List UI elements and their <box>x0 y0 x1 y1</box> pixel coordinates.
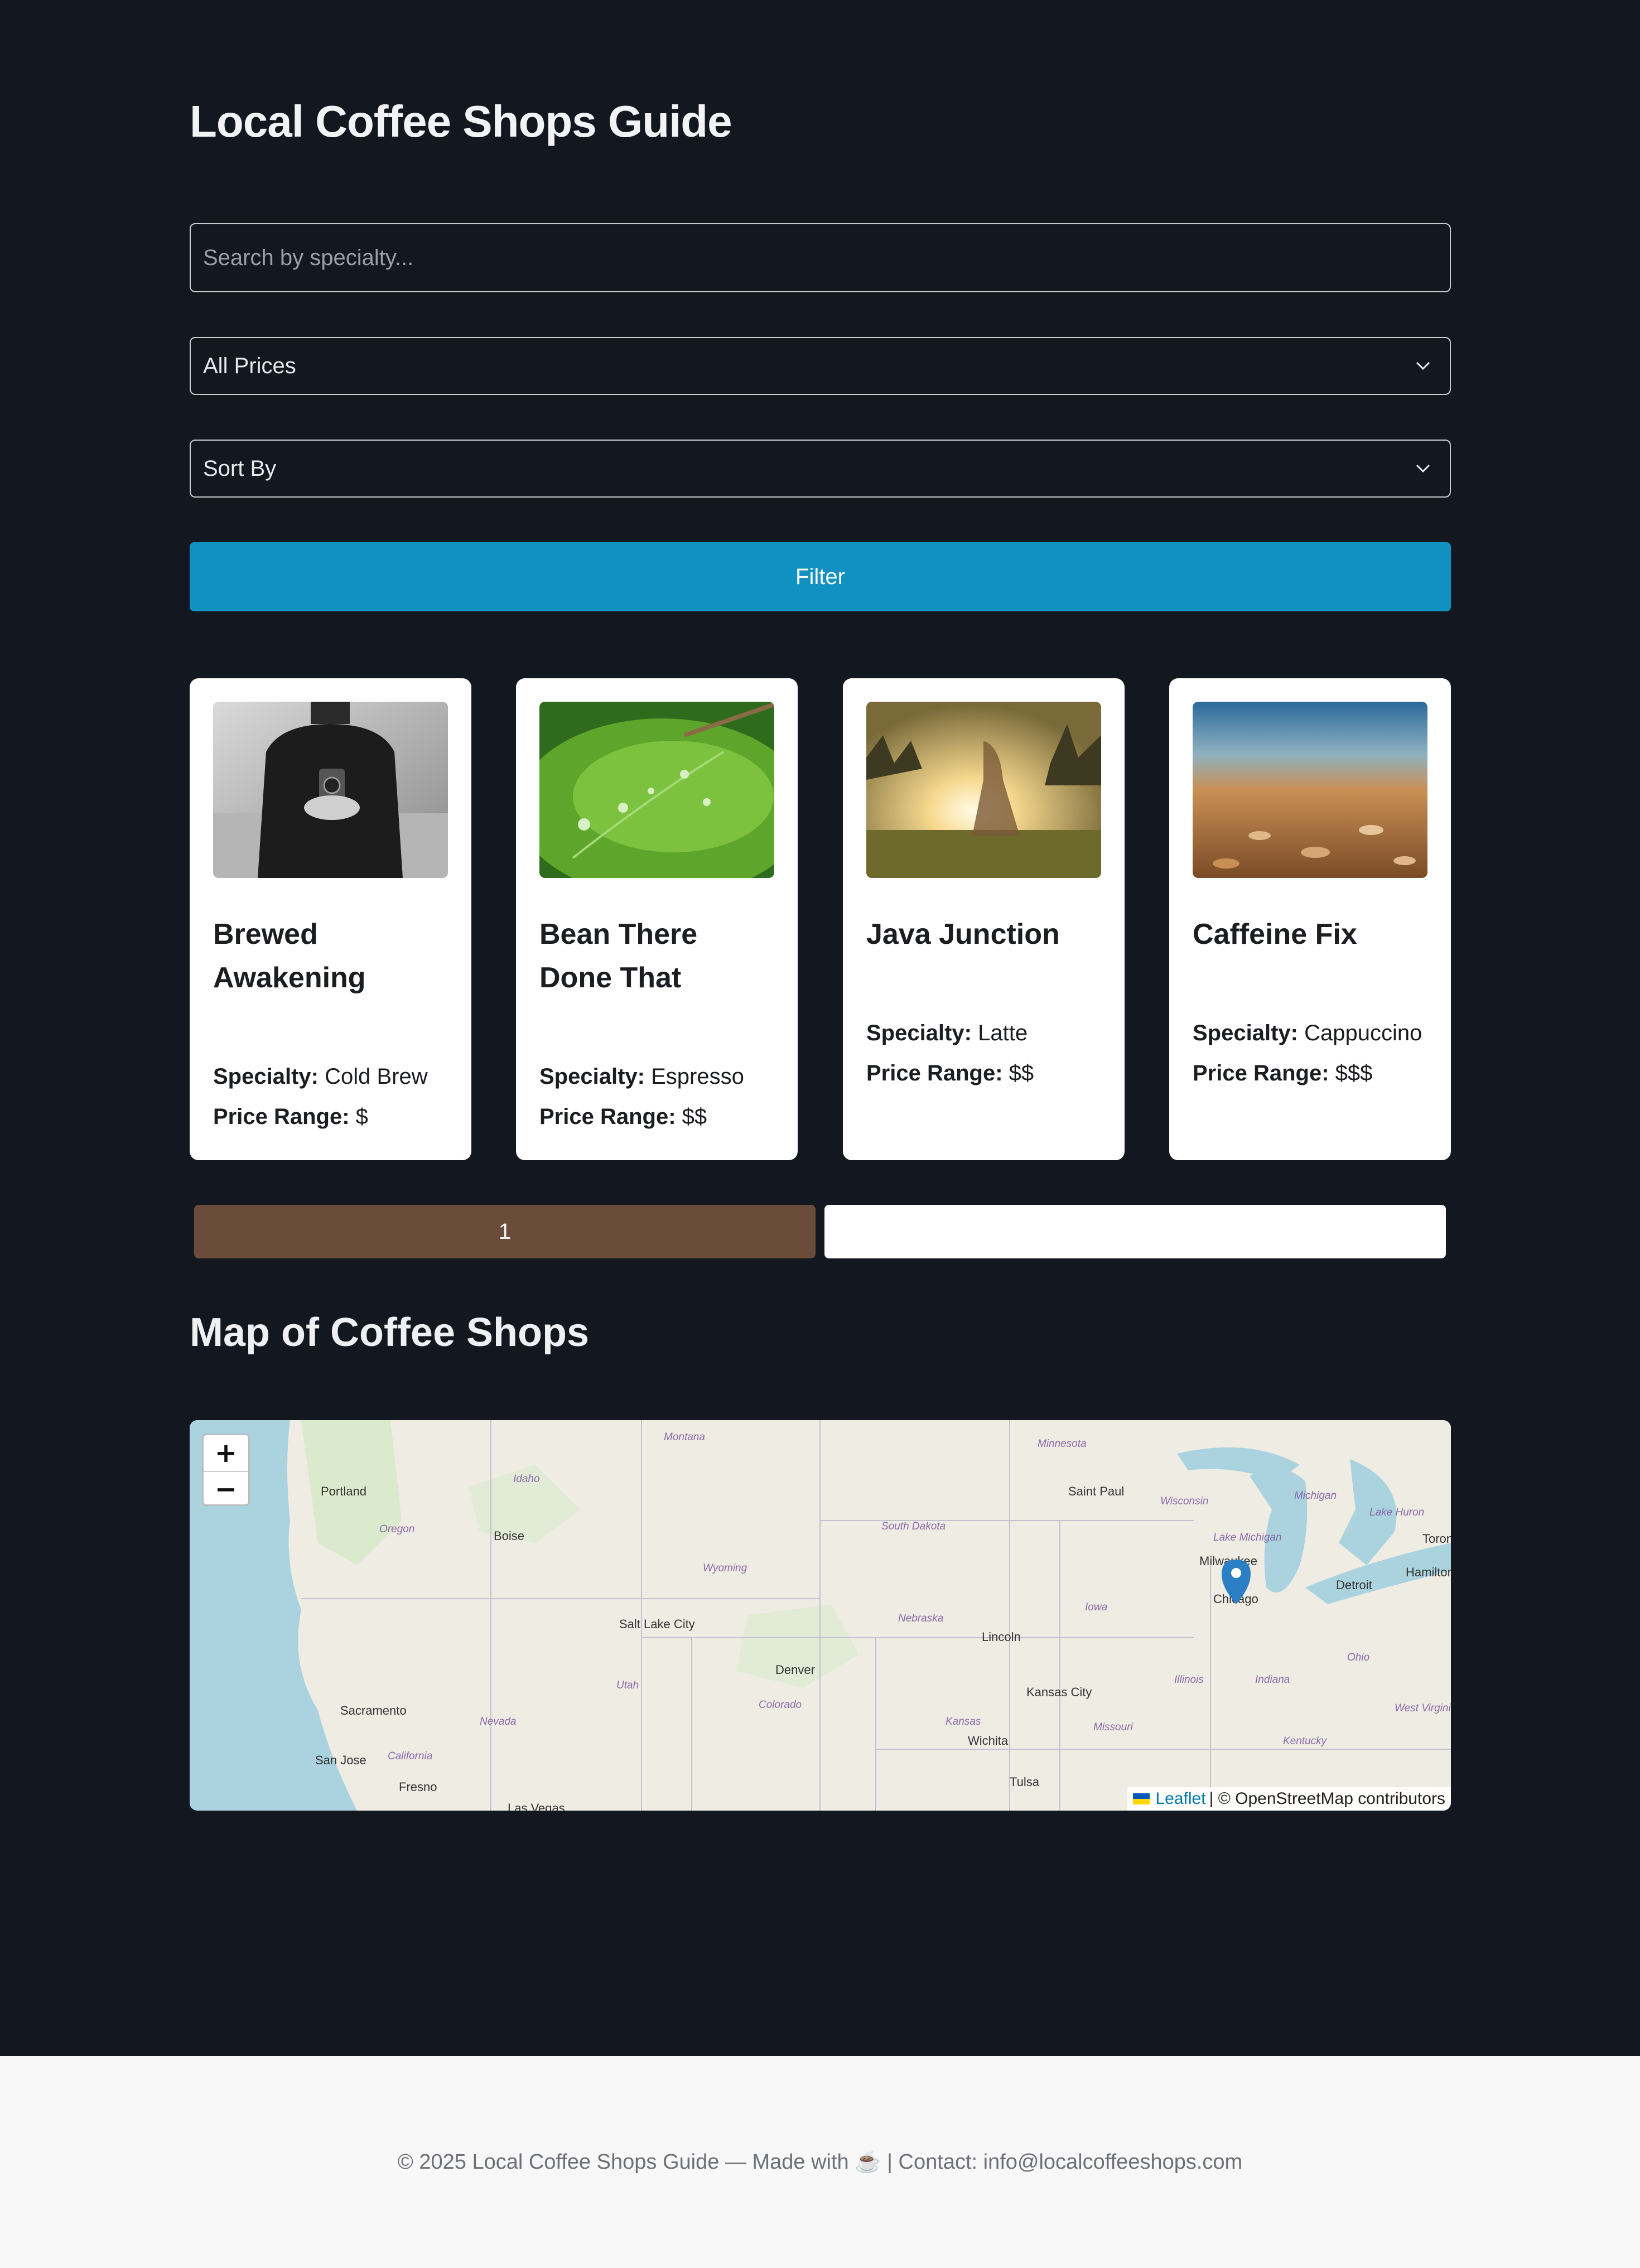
price-label: Price Range: <box>1193 1061 1329 1085</box>
map-region-label: Oregon <box>379 1523 415 1535</box>
map-region-label: West Virginia <box>1395 1702 1451 1714</box>
specialty-label: Specialty: <box>866 1021 972 1045</box>
map-city-label: Hamilton <box>1406 1565 1451 1579</box>
map-region-label: Nebraska <box>898 1613 944 1624</box>
search-input[interactable] <box>203 245 1438 271</box>
specialty-value: Cappuccino <box>1304 1021 1422 1045</box>
sort-select[interactable]: Sort By <box>190 440 1451 498</box>
map-city-label: Boise <box>494 1529 525 1543</box>
map-marker-icon[interactable] <box>1222 1560 1251 1604</box>
shop-photo-beach <box>1193 702 1427 878</box>
map-region-label: Wisconsin <box>1160 1495 1209 1507</box>
shop-card: Caffeine Fix Specialty: Cappuccino Price… <box>1169 678 1451 1160</box>
specialty-label: Specialty: <box>539 1064 645 1089</box>
price-select[interactable]: All Prices <box>190 337 1451 395</box>
shop-card: Java Junction Specialty: Latte Price Ran… <box>843 678 1125 1160</box>
map-region-label: California <box>388 1750 433 1762</box>
footer-text: © 2025 Local Coffee Shops Guide — Made w… <box>397 2150 1243 2174</box>
map-region-label: Kansas <box>946 1716 981 1727</box>
price-value: $$ <box>1009 1061 1034 1085</box>
price-label: Price Range: <box>866 1061 1003 1085</box>
map-tiles <box>190 1420 1451 1811</box>
map-region-label: Kentucky <box>1283 1735 1327 1747</box>
pagination-page-1[interactable]: 1 <box>194 1205 816 1258</box>
specialty-label: Specialty: <box>213 1064 319 1089</box>
map-region-label: Wyoming <box>703 1562 747 1574</box>
pagination-page-2[interactable] <box>824 1205 1446 1258</box>
zoom-control: + − <box>202 1434 250 1506</box>
shop-name: Caffeine Fix <box>1193 918 1357 950</box>
map-city-label: Denver <box>775 1663 815 1677</box>
page-title: Local Coffee Shops Guide <box>190 96 732 146</box>
price-value: $$$ <box>1335 1061 1373 1085</box>
map-region-label: Colorado <box>759 1699 802 1711</box>
map-city-label: Lincoln <box>982 1630 1021 1644</box>
zoom-out-button[interactable]: − <box>204 1471 248 1504</box>
price-select-value: All Prices <box>203 353 296 378</box>
price-value: $ <box>355 1104 368 1129</box>
shop-photo-sunset <box>866 702 1101 878</box>
map-city-label: Fresno <box>399 1780 437 1794</box>
map-region-label: Ohio <box>1347 1652 1370 1663</box>
map-city-label: Portland <box>321 1484 366 1498</box>
zoom-in-button[interactable]: + <box>204 1435 248 1471</box>
map-region-label: Lake Michigan <box>1213 1532 1282 1543</box>
map-attribution: Leaflet | © OpenStreetMap contributors <box>1127 1787 1451 1811</box>
map-region-label: South Dakota <box>881 1521 946 1532</box>
ukraine-flag-icon <box>1133 1793 1150 1804</box>
search-field[interactable] <box>190 223 1451 292</box>
map-city-label: Wichita <box>968 1734 1009 1748</box>
map-region-label: Montana <box>664 1431 705 1443</box>
leaflet-link[interactable]: Leaflet <box>1155 1789 1205 1808</box>
chevron-down-icon <box>1412 457 1434 480</box>
shop-details: Specialty: Cold Brew Price Range: $ <box>213 1056 428 1137</box>
shop-photo-camera <box>213 702 448 878</box>
shop-name: Java Junction <box>866 918 1060 950</box>
shop-card: Brewed Awakening Specialty: Cold Brew Pr… <box>190 678 471 1160</box>
shop-name: Brewed Awakening <box>213 918 366 994</box>
shop-details: Specialty: Cappuccino Price Range: $$$ <box>1193 1013 1422 1093</box>
map-region-label: Indiana <box>1255 1674 1290 1686</box>
map-city-label: Sacramento <box>340 1704 407 1717</box>
price-label: Price Range: <box>213 1104 350 1129</box>
map-region-label: Nevada <box>480 1716 517 1727</box>
map-city-label: Tulsa <box>1010 1775 1039 1789</box>
shop-name: Bean There Done That <box>539 918 698 994</box>
specialty-value: Cold Brew <box>325 1064 428 1089</box>
map-region-label: Utah <box>616 1680 639 1691</box>
specialty-value: Latte <box>978 1021 1028 1045</box>
map-city-label: Detroit <box>1336 1578 1372 1592</box>
chevron-down-icon <box>1412 355 1434 377</box>
price-label: Price Range: <box>539 1104 676 1129</box>
map-heading: Map of Coffee Shops <box>190 1310 589 1355</box>
shop-photo-leaf <box>539 702 774 878</box>
map-region-label: Illinois <box>1174 1674 1204 1686</box>
shop-details: Specialty: Latte Price Range: $$ <box>866 1013 1034 1093</box>
filter-button[interactable]: Filter <box>190 542 1451 611</box>
attribution-text: | © OpenStreetMap contributors <box>1209 1789 1445 1808</box>
sort-select-value: Sort By <box>203 456 277 481</box>
map-city-label: Toronto <box>1422 1532 1451 1546</box>
footer: © 2025 Local Coffee Shops Guide — Made w… <box>0 2056 1640 2268</box>
map-city-label: Saint Paul <box>1068 1484 1125 1498</box>
shop-details: Specialty: Espresso Price Range: $$ <box>539 1056 744 1137</box>
map-region-label: Missouri <box>1093 1721 1133 1733</box>
map-region-label: Idaho <box>513 1473 540 1485</box>
map-city-label: Salt Lake City <box>619 1617 695 1631</box>
specialty-value: Espresso <box>651 1064 744 1089</box>
shop-card: Bean There Done That Specialty: Espresso… <box>516 678 798 1160</box>
map-city-label: Las Vegas <box>508 1801 565 1811</box>
map-region-label: Minnesota <box>1038 1438 1087 1450</box>
map-city-label: Kansas City <box>1026 1685 1092 1699</box>
map-region-label: Iowa <box>1085 1601 1108 1613</box>
map-region-label: Lake Huron <box>1369 1507 1425 1518</box>
specialty-label: Specialty: <box>1193 1021 1298 1045</box>
map-city-label: San Jose <box>315 1753 366 1767</box>
map-region-label: Michigan <box>1294 1490 1337 1502</box>
price-value: $$ <box>682 1104 707 1129</box>
coffee-shop-map[interactable]: Portland Boise Saint Paul Milwaukee Detroit T… <box>190 1420 1451 1811</box>
